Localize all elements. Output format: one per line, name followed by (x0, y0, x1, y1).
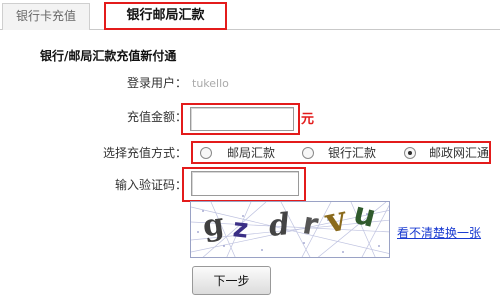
captcha-char: d (267, 206, 292, 245)
captcha-input[interactable] (191, 171, 299, 196)
tab-bank-post-remittance[interactable]: 银行邮局汇款 (104, 2, 227, 30)
method-label: 选择充值方式： (103, 146, 188, 160)
captcha-char: z (231, 213, 250, 245)
amount-label: 充值金额： (127, 110, 188, 124)
radio-bank-remittance[interactable] (302, 147, 314, 159)
radio-label-post-remittance: 邮局汇款 (227, 146, 276, 160)
radio-postal-net-transfer[interactable] (404, 147, 416, 159)
captcha-label: 输入验证码： (115, 178, 188, 192)
form-title: 银行/邮局汇款充值新付通 (40, 49, 177, 63)
captcha-refresh-link[interactable]: 看不清楚换一张 (397, 224, 481, 241)
tab-bar: 银行卡充值 银行邮局汇款 (0, 0, 500, 30)
radio-post-remittance[interactable] (200, 147, 212, 159)
amount-unit: 元 (301, 112, 315, 127)
tab-bank-card-recharge[interactable]: 银行卡充值 (2, 3, 90, 30)
login-user-label: 登录用户： (127, 76, 188, 90)
captcha-image[interactable]: g z d r v u (190, 201, 390, 258)
next-step-button[interactable]: 下一步 (192, 266, 271, 295)
login-user-value: tukello (192, 77, 229, 90)
radio-label-postal-net-transfer: 邮政网汇通 (429, 146, 490, 160)
radio-label-bank-remittance: 银行汇款 (328, 146, 377, 160)
amount-input[interactable] (190, 107, 294, 131)
